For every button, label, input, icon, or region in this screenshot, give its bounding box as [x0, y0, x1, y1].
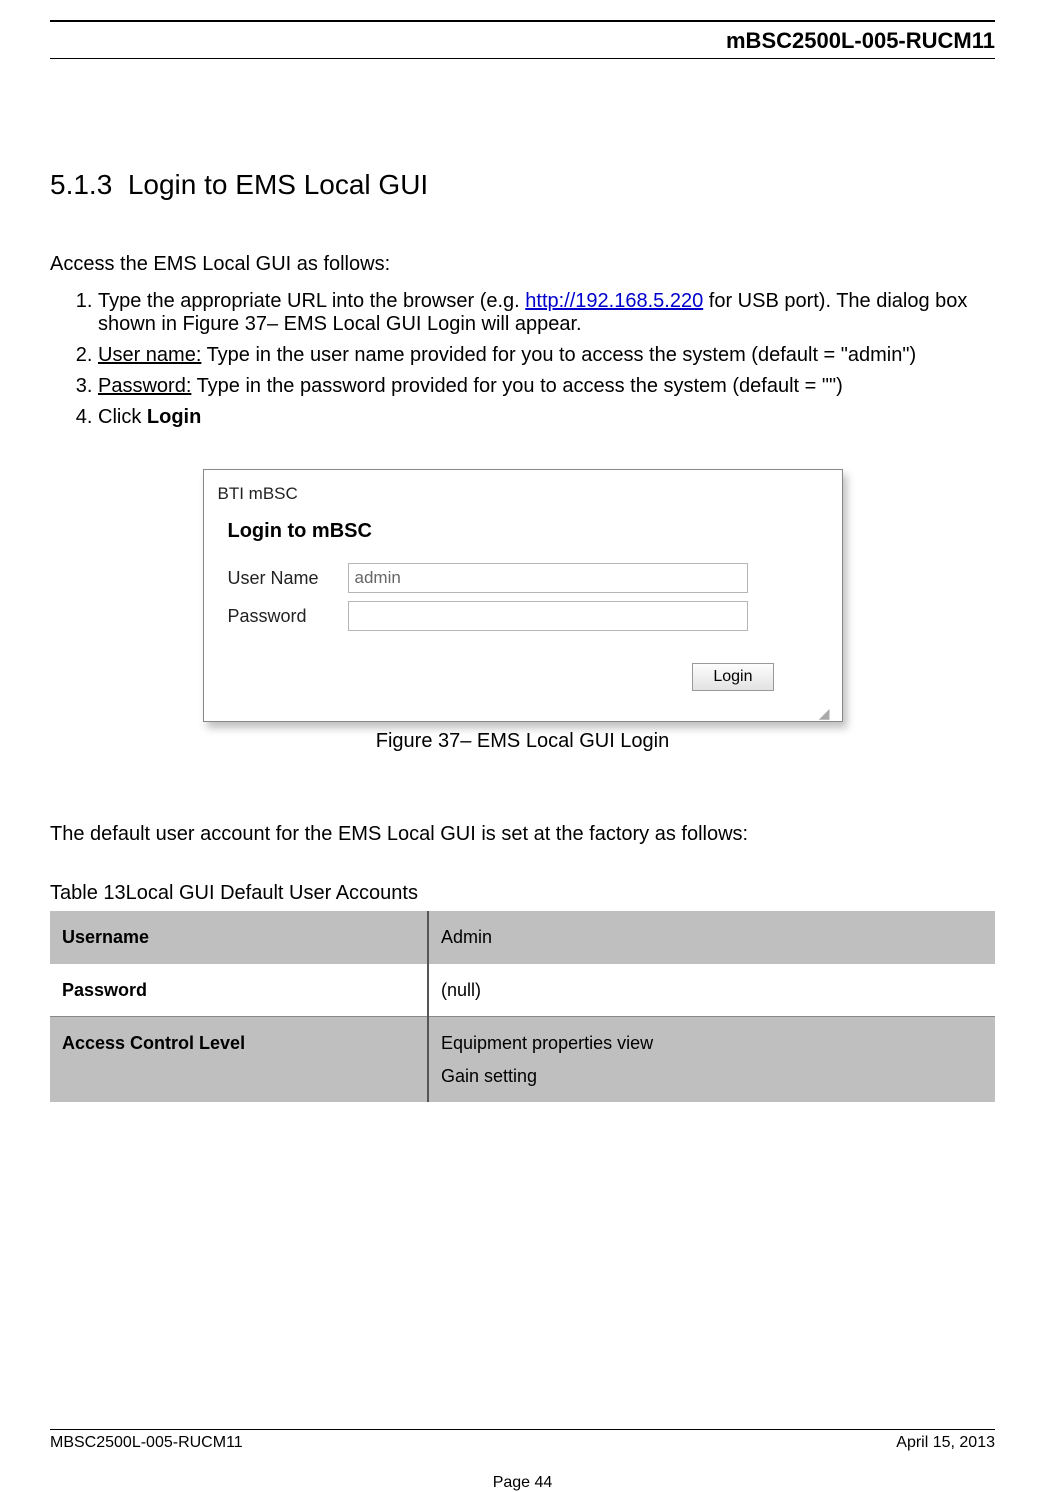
step-4-login-word: Login [147, 406, 201, 428]
intro-text: Access the EMS Local GUI as follows: [50, 251, 995, 278]
username-cell-label: Username [50, 911, 428, 963]
dialog-heading: Login to mBSC [212, 514, 834, 559]
password-cell-value: (null) [428, 964, 995, 1017]
dialog-window-title: BTI mBSC [212, 480, 834, 514]
default-accounts-table: Username Admin Password (null) Access Co… [50, 911, 995, 1102]
step-1-url-link[interactable]: http://192.168.5.220 [525, 290, 703, 312]
header-rule [50, 58, 995, 59]
section-heading: 5.1.3 Login to EMS Local GUI [50, 169, 995, 201]
username-input[interactable] [348, 563, 748, 593]
login-dialog-container: BTI mBSC Login to mBSC User Name Passwor… [50, 469, 995, 722]
page-footer: MBSC2500L-005-RUCM11 April 15, 2013 Page… [50, 1429, 995, 1452]
step-4: Click Login [98, 406, 995, 429]
password-cell-label: Password [50, 964, 428, 1017]
password-row: Password [228, 601, 834, 631]
password-label: Password [228, 606, 348, 627]
header-doc-code: mBSC2500L-005-RUCM11 [50, 28, 995, 54]
step-3-label: Password: [98, 375, 191, 397]
step-3: Password: Type in the password provided … [98, 375, 995, 398]
acl-cell-value: Equipment properties view Gain setting [428, 1017, 995, 1102]
default-account-paragraph: The default user account for the EMS Loc… [50, 823, 995, 846]
footer-right: April 15, 2013 [896, 1434, 995, 1452]
password-input[interactable] [348, 601, 748, 631]
acl-cell-label: Access Control Level [50, 1017, 428, 1102]
footer-row: MBSC2500L-005-RUCM11 April 15, 2013 [50, 1434, 995, 1452]
acl-line-1: Equipment properties view [441, 1033, 653, 1053]
login-button[interactable]: Login [692, 663, 773, 691]
step-2-text: Type in the user name provided for you t… [201, 344, 916, 366]
section-title: Login to EMS Local GUI [128, 169, 428, 200]
steps-list: Type the appropriate URL into the browse… [50, 290, 995, 429]
username-cell-value: Admin [428, 911, 995, 963]
step-1-text-a: Type the appropriate URL into the browse… [98, 290, 525, 312]
footer-left: MBSC2500L-005-RUCM11 [50, 1434, 243, 1452]
step-1: Type the appropriate URL into the browse… [98, 290, 995, 336]
resize-handle-icon[interactable]: ◢ [212, 701, 834, 721]
table-row: Password (null) [50, 964, 995, 1017]
section-number: 5.1.3 [50, 169, 112, 200]
step-2: User name: Type in the user name provide… [98, 344, 995, 367]
username-label: User Name [228, 568, 348, 589]
button-row: Login [212, 639, 834, 701]
footer-page-number: Page 44 [50, 1474, 995, 1492]
username-row: User Name [228, 563, 834, 593]
table-caption: Table 13Local GUI Default User Accounts [50, 882, 995, 905]
table-row: Username Admin [50, 911, 995, 963]
top-rule [50, 20, 995, 22]
step-4-text-a: Click [98, 406, 147, 428]
step-2-label: User name: [98, 344, 201, 366]
login-dialog: BTI mBSC Login to mBSC User Name Passwor… [203, 469, 843, 722]
step-3-text: Type in the password provided for you to… [191, 375, 842, 397]
footer-rule [50, 1429, 995, 1430]
acl-line-2: Gain setting [441, 1066, 537, 1086]
table-row: Access Control Level Equipment propertie… [50, 1017, 995, 1102]
figure-caption: Figure 37– EMS Local GUI Login [50, 730, 995, 753]
